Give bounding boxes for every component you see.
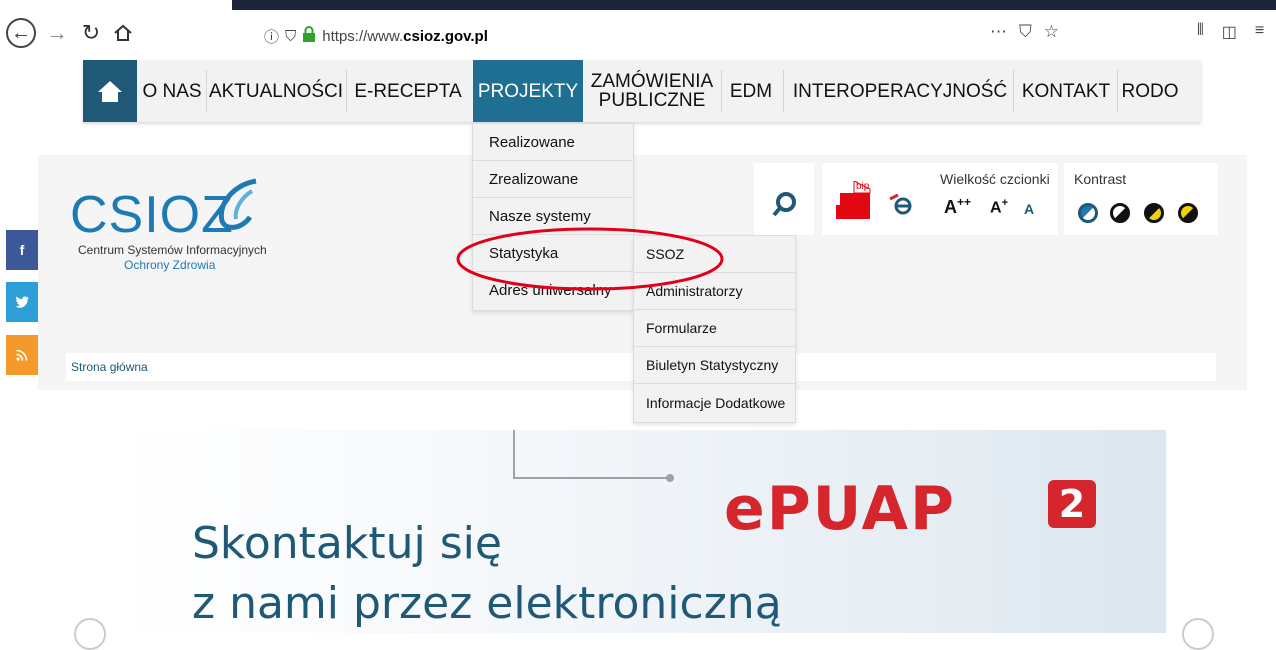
rss-icon xyxy=(16,349,28,361)
epuap-logo: ePUAP xyxy=(724,474,956,544)
menu-icon[interactable]: ≡ xyxy=(1255,22,1264,42)
search-box xyxy=(754,163,814,235)
statystyka-submenu: SSOZ Administratorzy Formularze Biuletyn… xyxy=(633,235,796,423)
sidebar-icon[interactable]: ◫ xyxy=(1222,22,1237,42)
nav-item-aktualnosci[interactable]: AKTUALNOŚCI xyxy=(207,60,345,122)
back-button[interactable]: ← xyxy=(6,18,36,48)
twitter-icon xyxy=(15,296,29,308)
dropdown-item-zrealizowane[interactable]: Zrealizowane xyxy=(473,161,633,198)
forward-button[interactable]: → xyxy=(46,20,68,46)
logo-text[interactable]: CSIOZ xyxy=(70,185,234,245)
submenu-item-administratorzy[interactable]: Administratorzy xyxy=(634,273,795,310)
submenu-item-informacje-dodatkowe[interactable]: Informacje Dodatkowe xyxy=(634,384,795,421)
nav-home-button[interactable] xyxy=(83,60,137,122)
lock-icon[interactable] xyxy=(302,26,316,46)
reload-icon: ↻ xyxy=(81,20,101,45)
dropdown-item-nasze-systemy[interactable]: Nasze systemy xyxy=(473,198,633,235)
forward-arrow-icon: → xyxy=(46,20,68,45)
browser-home-button[interactable] xyxy=(110,20,136,46)
reload-button[interactable]: ↻ xyxy=(80,20,102,46)
font-size-controls: Wielkość czcionki A++ A+ A xyxy=(934,163,1058,235)
page-actions-menu-icon[interactable]: ⋯ xyxy=(990,22,1007,42)
logo-swoosh-icon xyxy=(218,178,257,230)
logo-subtitle: Centrum Systemów Informacyjnych xyxy=(78,243,267,257)
nav-separator xyxy=(1013,70,1014,112)
bip-icon[interactable]: bip xyxy=(836,180,874,219)
facebook-icon: f xyxy=(19,242,25,258)
nav-separator xyxy=(1117,70,1118,112)
nav-item-edm[interactable]: EDM xyxy=(723,60,779,122)
search-icon[interactable] xyxy=(772,191,798,217)
nav-item-rodo[interactable]: RODO xyxy=(1117,60,1183,122)
submenu-item-ssoz[interactable]: SSOZ xyxy=(634,236,795,273)
contrast-controls: Kontrast xyxy=(1064,163,1218,235)
url-text[interactable]: https://www.csioz.gov.pl xyxy=(322,28,488,45)
bip-label: bip xyxy=(856,181,870,192)
banner-headline-line2: z nami przez elektroniczną xyxy=(192,578,782,629)
banner-connector-line xyxy=(513,430,674,482)
home-icon xyxy=(114,24,132,41)
bip-box: bip xyxy=(822,163,942,235)
contrast-yellow-black-button[interactable] xyxy=(1178,203,1198,223)
carousel-next-button[interactable] xyxy=(1182,618,1214,650)
library-icon[interactable]: ⫴ xyxy=(1197,22,1204,42)
home-icon xyxy=(98,81,122,102)
nav-item-zamowienia-line2: PUBLICZNE xyxy=(598,90,706,111)
info-icon[interactable]: ⓘ xyxy=(264,26,279,47)
tracking-shield-icon[interactable]: ⛉ xyxy=(285,28,296,45)
nav-item-interoperacyjnosc[interactable]: INTEROPERACYJNOŚĆ xyxy=(787,60,1013,122)
page-actions: ⋯ ⛉ ☆ xyxy=(990,22,1059,42)
dropdown-item-statystyka[interactable]: Statystyka xyxy=(473,235,633,272)
nav-item-o-nas[interactable]: O NAS xyxy=(139,60,205,122)
epuap-small-icon[interactable] xyxy=(886,193,914,222)
contrast-black-yellow-button[interactable] xyxy=(1144,203,1164,223)
main-navigation: O NAS AKTUALNOŚCI E-RECEPTA PROJEKTY ZAM… xyxy=(83,60,1201,122)
font-size-normal-button[interactable]: A xyxy=(1024,201,1034,217)
submenu-item-biuletyn-statystyczny[interactable]: Biuletyn Statystyczny xyxy=(634,347,795,384)
nav-item-e-recepta[interactable]: E-RECEPTA xyxy=(347,60,469,122)
font-size-label: Wielkość czcionki xyxy=(940,171,1050,187)
dropdown-item-adres-uniwersalny[interactable]: Adres uniwersalny xyxy=(473,272,633,309)
url-bar[interactable]: ⓘ ⛉ https://www.csioz.gov.pl xyxy=(256,22,1072,50)
carousel-prev-button[interactable] xyxy=(74,618,106,650)
hero-banner[interactable]: Skontaktuj się z nami przez elektroniczn… xyxy=(118,430,1166,633)
facebook-button[interactable]: f xyxy=(6,230,38,270)
nav-item-zamowienia-line1: ZAMÓWIENIA xyxy=(590,71,714,92)
browser-toolbar: ← → ↻ ⓘ ⛉ https://www.csioz.gov.pl ⋯ ⛉ ☆… xyxy=(0,0,1276,52)
font-size-large-button[interactable]: A++ xyxy=(944,195,971,218)
nav-separator xyxy=(721,70,722,112)
bookmark-star-icon[interactable]: ☆ xyxy=(1044,22,1059,42)
contrast-default-button[interactable] xyxy=(1078,203,1098,223)
logo-subtitle-2: Ochrony Zdrowia xyxy=(124,258,216,272)
submenu-item-formularze[interactable]: Formularze xyxy=(634,310,795,347)
rss-button[interactable] xyxy=(6,335,38,375)
nav-separator xyxy=(346,70,347,112)
dropdown-item-realizowane[interactable]: Realizowane xyxy=(473,124,633,161)
back-arrow-icon: ← xyxy=(11,21,31,44)
projekty-dropdown: Realizowane Zrealizowane Nasze systemy S… xyxy=(472,123,634,311)
nav-separator xyxy=(206,70,207,112)
nav-item-kontakt[interactable]: KONTAKT xyxy=(1013,60,1119,122)
twitter-button[interactable] xyxy=(6,282,38,322)
pocket-icon[interactable]: ⛉ xyxy=(1019,22,1032,42)
breadcrumb-home-link[interactable]: Strona główna xyxy=(71,360,148,374)
tab-strip xyxy=(232,0,1276,10)
nav-item-projekty[interactable]: PROJEKTY xyxy=(473,60,583,122)
epuap-version-badge: 2 xyxy=(1048,480,1096,528)
contrast-label: Kontrast xyxy=(1074,171,1127,187)
font-size-medium-button[interactable]: A+ xyxy=(990,197,1008,217)
contrast-black-white-button[interactable] xyxy=(1110,203,1130,223)
nav-item-zamowienia-publiczne[interactable]: ZAMÓWIENIA PUBLICZNE xyxy=(585,60,719,122)
banner-headline-line1: Skontaktuj się xyxy=(192,518,502,569)
nav-separator xyxy=(783,70,784,112)
toolbar-right: ⫴ ◫ ≡ xyxy=(1197,22,1264,42)
